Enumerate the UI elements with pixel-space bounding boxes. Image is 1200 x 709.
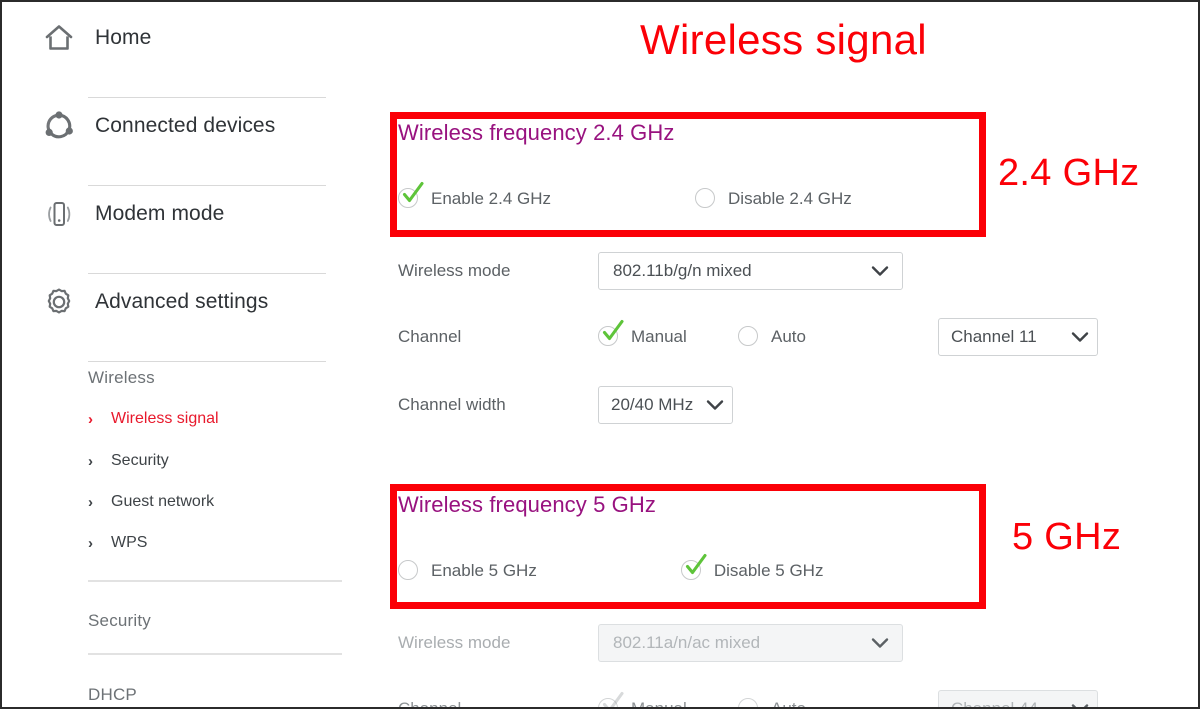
sidebar-item-label: Advanced settings bbox=[95, 290, 269, 313]
chevron-right-icon: › bbox=[88, 410, 93, 428]
gear-icon bbox=[42, 285, 76, 319]
band-24-radio-group: Enable 2.4 GHz Disable 2.4 GHz bbox=[398, 181, 978, 210]
divider bbox=[88, 580, 342, 582]
enable-5-option[interactable]: Enable 5 GHz bbox=[398, 560, 537, 582]
sidebar-item-home[interactable]: Home bbox=[42, 10, 342, 98]
wireless-mode-24-row: Wireless mode 802.11b/g/n mixed bbox=[398, 252, 903, 290]
wireless-frequency-5-block: Wireless frequency 5 GHz Enable 5 GHz Di… bbox=[398, 492, 978, 582]
disable-5-option[interactable]: Disable 5 GHz bbox=[680, 553, 824, 582]
chevron-down-icon bbox=[1065, 331, 1097, 343]
home-icon bbox=[42, 21, 76, 55]
channel-24-select[interactable]: Channel 11 bbox=[938, 318, 1098, 356]
radio-selected-check-icon[interactable] bbox=[680, 553, 707, 582]
channel-5-row: Channel Manual Auto Channel 44 bbox=[398, 690, 1098, 709]
channel-5-manual-label: Manual bbox=[631, 699, 687, 709]
chevron-down-icon bbox=[700, 399, 732, 411]
wireless-mode-5-value: 802.11a/n/ac mixed bbox=[613, 633, 761, 652]
disable-24-label: Disable 2.4 GHz bbox=[728, 189, 852, 208]
sidebar-item-modem-mode[interactable]: Modem mode bbox=[42, 186, 342, 274]
chevron-right-icon: › bbox=[88, 452, 93, 470]
channel-24-auto-option[interactable]: Auto bbox=[738, 326, 938, 348]
channel-24-value: Channel 11 bbox=[951, 327, 1037, 346]
connected-devices-icon bbox=[42, 109, 76, 143]
channel-width-24-value: 20/40 MHz bbox=[611, 395, 694, 414]
sidebar-item-security[interactable]: › Security bbox=[88, 452, 169, 470]
channel-5-select: Channel 44 bbox=[938, 690, 1098, 709]
channel-5-value: Channel 44 bbox=[951, 699, 1038, 709]
sidebar-item-guest-network[interactable]: › Guest network bbox=[88, 493, 214, 511]
sidebar-item-label: WPS bbox=[111, 534, 148, 551]
wireless-mode-5-label: Wireless mode bbox=[398, 633, 511, 652]
sidebar-item-connected-devices[interactable]: Connected devices bbox=[42, 98, 342, 186]
disable-5-label: Disable 5 GHz bbox=[713, 561, 824, 580]
modem-icon bbox=[42, 197, 76, 231]
sidebar-section-security[interactable]: Security bbox=[88, 611, 151, 631]
enable-5-label: Enable 5 GHz bbox=[431, 561, 537, 580]
sidebar-section-wireless: Wireless bbox=[88, 368, 155, 387]
chevron-down-icon bbox=[861, 637, 902, 649]
sidebar-item-label: Home bbox=[95, 26, 152, 49]
wireless-mode-24-label: Wireless mode bbox=[398, 261, 511, 280]
radio-selected-check-icon bbox=[598, 691, 624, 707]
sidebar-item-wps[interactable]: › WPS bbox=[88, 534, 147, 552]
radio-selected-check-icon[interactable] bbox=[398, 181, 424, 210]
sidebar-section-dhcp[interactable]: DHCP bbox=[88, 685, 137, 705]
wireless-frequency-24-heading: Wireless frequency 2.4 GHz bbox=[398, 120, 675, 145]
radio-unselected-icon bbox=[738, 698, 760, 707]
sidebar-item-label: Connected devices bbox=[95, 114, 276, 137]
channel-5-auto-label: Auto bbox=[771, 699, 806, 709]
radio-selected-check-icon[interactable] bbox=[598, 319, 624, 348]
channel-24-row: Channel Manual Auto Channel 11 bbox=[398, 318, 1098, 356]
channel-5-auto-option: Auto bbox=[738, 698, 938, 709]
sidebar-item-label: Modem mode bbox=[95, 202, 225, 225]
chevron-down-icon bbox=[861, 265, 902, 277]
radio-unselected-icon[interactable] bbox=[695, 188, 717, 210]
channel-24-manual-label: Manual bbox=[631, 327, 687, 346]
router-settings-screen: Home Connected devices Modem mode Advanc… bbox=[0, 0, 1200, 709]
annotation-label-24: 2.4 GHz bbox=[998, 152, 1140, 194]
band-5-radio-group: Enable 5 GHz Disable 5 GHz bbox=[398, 553, 978, 582]
main-content: Wireless frequency 2.4 GHz Enable 2.4 GH… bbox=[368, 2, 1198, 707]
wireless-frequency-5-heading: Wireless frequency 5 GHz bbox=[398, 492, 656, 517]
channel-24-label: Channel bbox=[398, 327, 462, 346]
channel-width-24-label: Channel width bbox=[398, 395, 506, 414]
channel-5-manual-option: Manual bbox=[598, 691, 738, 709]
sidebar-item-label: Guest network bbox=[111, 493, 215, 510]
radio-unselected-icon[interactable] bbox=[738, 326, 760, 348]
sidebar-item-advanced-settings[interactable]: Advanced settings bbox=[42, 274, 342, 362]
sidebar-item-wireless-signal[interactable]: › Wireless signal bbox=[88, 410, 219, 428]
sidebar-item-label: Security bbox=[111, 452, 169, 469]
wireless-mode-5-row: Wireless mode 802.11a/n/ac mixed bbox=[398, 624, 903, 662]
disable-24-option[interactable]: Disable 2.4 GHz bbox=[695, 188, 852, 210]
radio-unselected-icon[interactable] bbox=[398, 560, 420, 582]
sidebar-item-label: Wireless signal bbox=[111, 410, 219, 427]
channel-width-24-select[interactable]: 20/40 MHz bbox=[598, 386, 733, 424]
channel-24-auto-label: Auto bbox=[771, 327, 806, 346]
sidebar: Home Connected devices Modem mode Advanc… bbox=[2, 2, 368, 707]
annotation-title: Wireless signal bbox=[640, 16, 927, 63]
chevron-down-icon bbox=[1065, 703, 1097, 707]
divider bbox=[88, 361, 326, 362]
wireless-mode-5-select: 802.11a/n/ac mixed bbox=[598, 624, 903, 662]
channel-width-24-row: Channel width 20/40 MHz bbox=[398, 386, 733, 424]
divider bbox=[88, 653, 342, 655]
wireless-mode-24-select[interactable]: 802.11b/g/n mixed bbox=[598, 252, 903, 290]
enable-24-label: Enable 2.4 GHz bbox=[431, 189, 552, 208]
wireless-frequency-24-block: Wireless frequency 2.4 GHz Enable 2.4 GH… bbox=[398, 120, 978, 210]
wireless-mode-24-value: 802.11b/g/n mixed bbox=[613, 261, 752, 280]
channel-24-manual-option[interactable]: Manual bbox=[598, 319, 738, 348]
annotation-label-5: 5 GHz bbox=[1012, 516, 1122, 558]
channel-5-label: Channel bbox=[398, 699, 462, 709]
enable-24-option[interactable]: Enable 2.4 GHz bbox=[398, 181, 552, 210]
chevron-right-icon: › bbox=[88, 534, 93, 552]
chevron-right-icon: › bbox=[88, 493, 93, 511]
